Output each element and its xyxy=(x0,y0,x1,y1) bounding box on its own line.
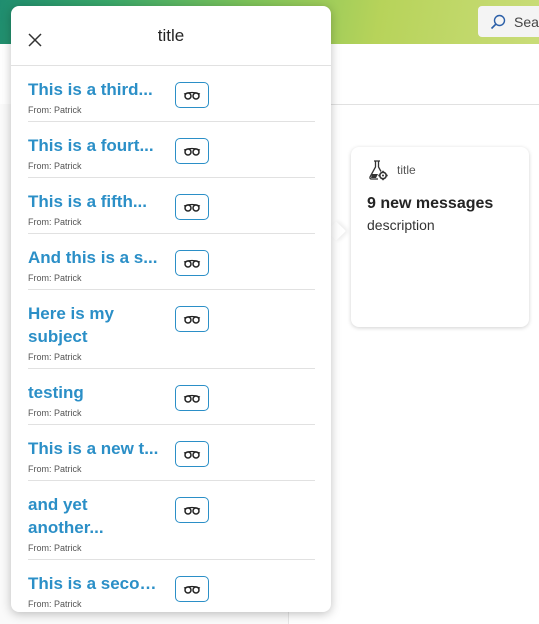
read-button[interactable] xyxy=(175,385,209,411)
message-subject[interactable]: This is a secon... xyxy=(28,572,160,595)
read-button[interactable] xyxy=(175,194,209,220)
message-sender: From: Patrick xyxy=(28,543,82,553)
read-button[interactable] xyxy=(175,576,209,602)
list-item[interactable]: This is a secon... From: Patrick xyxy=(28,560,315,615)
message-list: This is a third... From: Patrick This is… xyxy=(11,66,331,615)
list-item[interactable]: This is a fourt... From: Patrick xyxy=(28,122,315,178)
glasses-icon xyxy=(183,315,201,324)
close-icon[interactable] xyxy=(25,30,45,50)
glasses-icon xyxy=(183,450,201,459)
list-item[interactable]: And this is a s... From: Patrick xyxy=(28,234,315,290)
message-sender: From: Patrick xyxy=(28,464,82,474)
message-subject[interactable]: This is a fifth... xyxy=(28,190,160,213)
read-button[interactable] xyxy=(175,497,209,523)
read-button[interactable] xyxy=(175,138,209,164)
message-sender: From: Patrick xyxy=(28,408,82,418)
card-description: description xyxy=(367,217,435,233)
card-title: title xyxy=(397,163,416,177)
messages-popup: title This is a third... From: Patrick T… xyxy=(11,6,331,612)
glasses-icon xyxy=(183,394,201,403)
search-box[interactable]: Sea xyxy=(478,6,539,37)
list-item[interactable]: and yet another... From: Patrick xyxy=(28,481,315,560)
message-subject[interactable]: Here is my subject xyxy=(28,302,160,348)
list-item[interactable]: testing From: Patrick xyxy=(28,369,315,425)
list-item[interactable]: Here is my subject From: Patrick xyxy=(28,290,315,369)
message-subject[interactable]: and yet another... xyxy=(28,493,160,539)
read-button[interactable] xyxy=(175,82,209,108)
glasses-icon xyxy=(183,91,201,100)
message-sender: From: Patrick xyxy=(28,105,82,115)
notification-card[interactable]: title 9 new messages description xyxy=(351,147,529,327)
popup-header: title xyxy=(11,6,331,66)
card-message-count: 9 new messages xyxy=(367,195,494,212)
list-item[interactable]: This is a fifth... From: Patrick xyxy=(28,178,315,234)
glasses-icon xyxy=(183,585,201,594)
read-button[interactable] xyxy=(175,250,209,276)
flask-gear-icon xyxy=(369,160,388,181)
message-subject[interactable]: This is a fourt... xyxy=(28,134,160,157)
popup-title: title xyxy=(157,25,185,45)
glasses-icon xyxy=(183,506,201,515)
message-sender: From: Patrick xyxy=(28,352,82,362)
glasses-icon xyxy=(183,147,201,156)
list-item[interactable]: This is a third... From: Patrick xyxy=(28,66,315,122)
message-sender: From: Patrick xyxy=(28,273,82,283)
message-sender: From: Patrick xyxy=(28,161,82,171)
message-subject[interactable]: This is a new t... xyxy=(28,437,160,460)
list-item[interactable]: This is a new t... From: Patrick xyxy=(28,425,315,481)
message-subject[interactable]: And this is a s... xyxy=(28,246,160,269)
read-button[interactable] xyxy=(175,441,209,467)
message-subject[interactable]: testing xyxy=(28,381,160,404)
glasses-icon xyxy=(183,203,201,212)
search-label: Sea xyxy=(514,13,539,30)
message-sender: From: Patrick xyxy=(28,217,82,227)
glasses-icon xyxy=(183,259,201,268)
message-sender: From: Patrick xyxy=(28,599,82,609)
search-icon xyxy=(490,14,506,29)
read-button[interactable] xyxy=(175,306,209,332)
message-subject[interactable]: This is a third... xyxy=(28,78,160,101)
